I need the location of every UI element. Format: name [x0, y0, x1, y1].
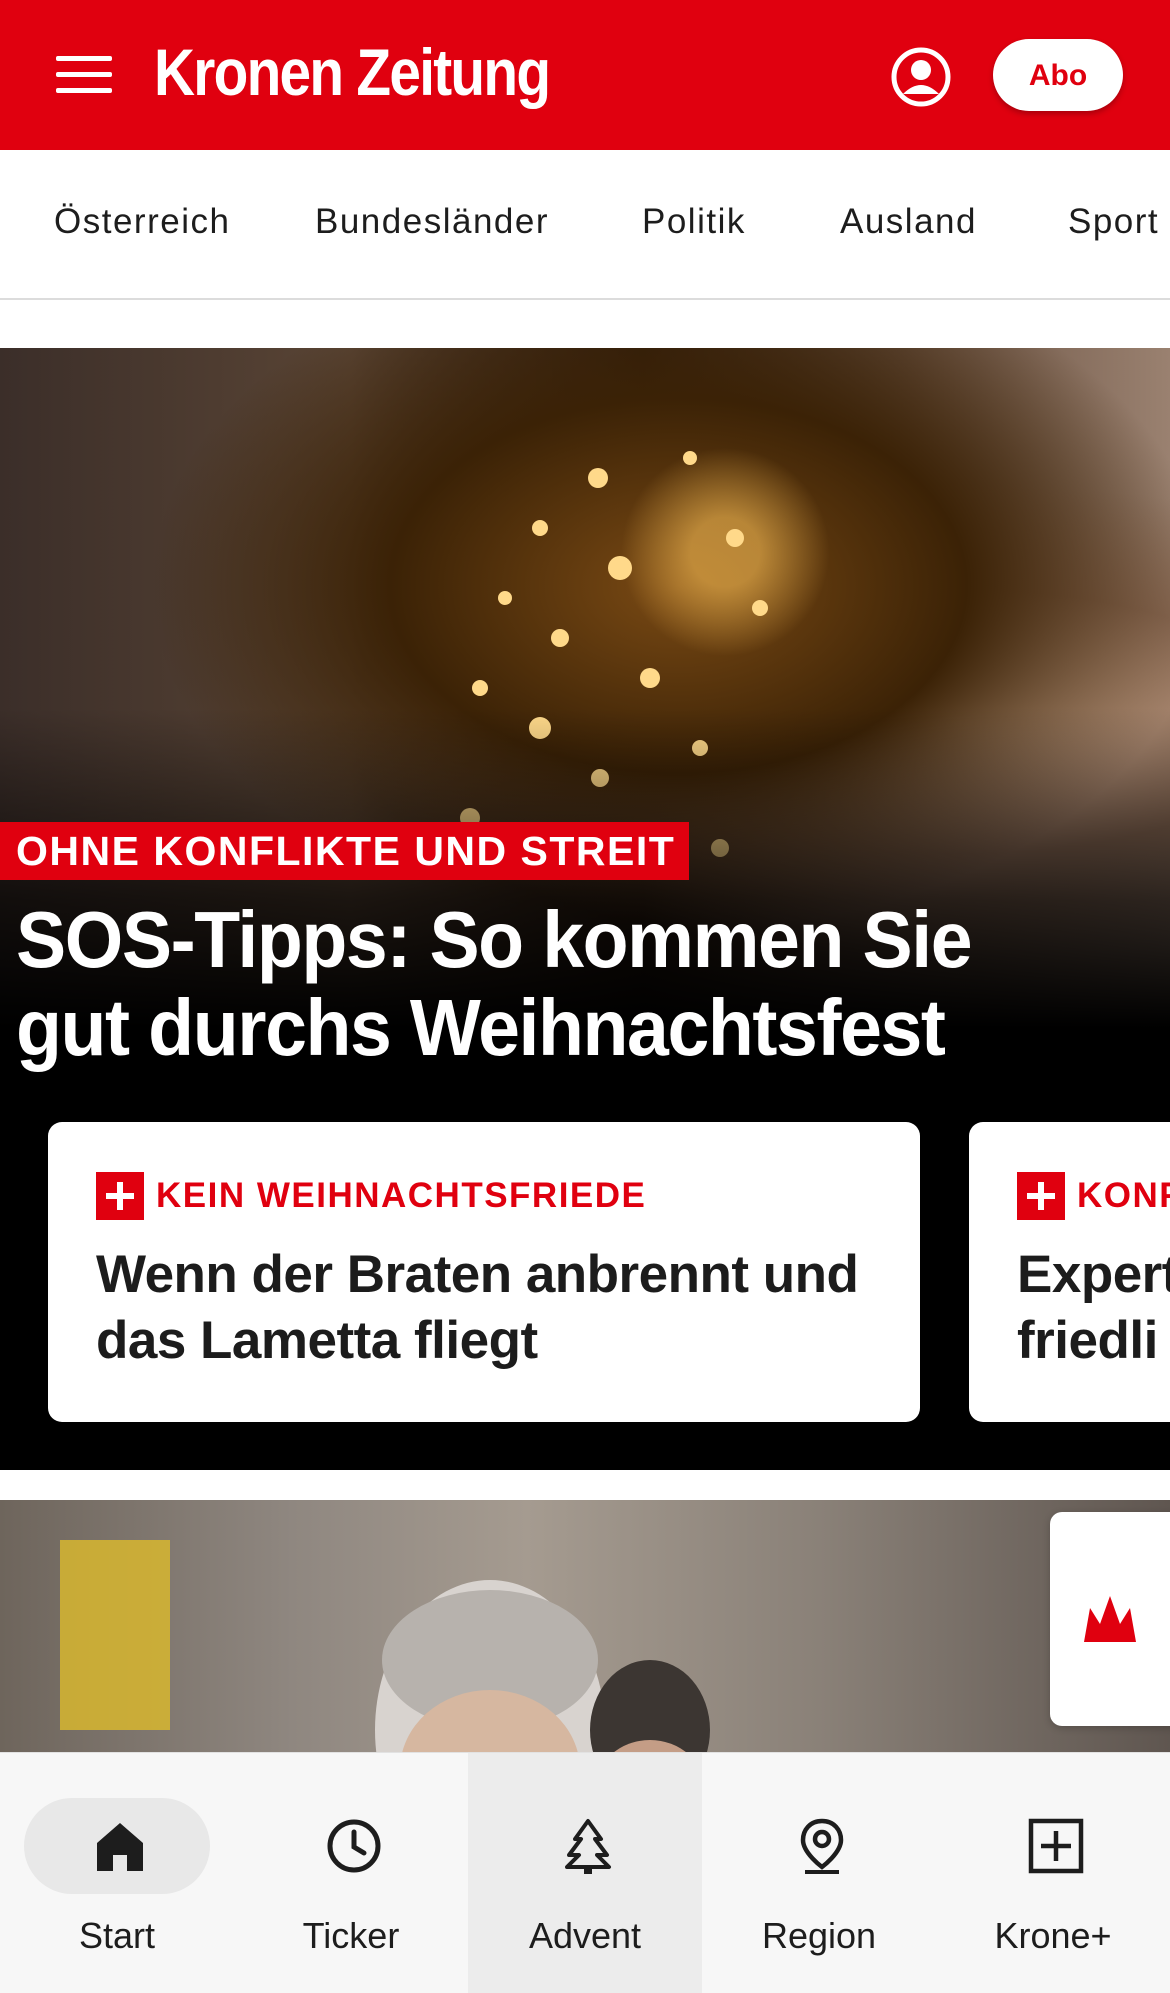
related-story-card[interactable]: KONF Expert friedli [969, 1122, 1170, 1422]
tab-ticker[interactable]: Ticker [234, 1753, 468, 1993]
tab-label: Region [761, 1915, 877, 1956]
crown-icon [1084, 1596, 1136, 1642]
section-nav: Österreich Bundesländer Politik Ausland … [0, 150, 1170, 300]
location-pin-icon [800, 1818, 844, 1874]
section-oesterreich[interactable]: Österreich [54, 202, 230, 242]
plus-square-icon [1028, 1818, 1084, 1874]
krone-plus-icon [1017, 1172, 1065, 1220]
hero-kicker: OHNE KONFLIKTE UND STREIT [0, 822, 690, 880]
user-account-icon[interactable] [890, 46, 952, 108]
bottom-tab-bar: Start Ticker Advent Region Krone+ [0, 1752, 1170, 1993]
section-sport[interactable]: Sport [1068, 202, 1159, 242]
christmas-tree-icon [565, 1819, 611, 1874]
hamburger-menu-icon[interactable] [56, 56, 112, 94]
abo-button[interactable]: Abo [993, 39, 1123, 111]
tab-region[interactable]: Region [702, 1753, 936, 1993]
site-logo[interactable]: Kronen Zeitung [154, 34, 551, 110]
hero-story[interactable]: OHNE KONFLIKTE UND STREIT SOS-Tipps: So … [0, 348, 1170, 1470]
home-icon [97, 1823, 143, 1871]
related-story-card[interactable]: KEIN WEIHNACHTSFRIEDE Wenn der Braten an… [48, 1122, 920, 1422]
card-kicker: KEIN WEIHNACHTSFRIEDE [156, 1176, 647, 1215]
section-politik[interactable]: Politik [642, 202, 746, 242]
tab-label: Ticker [302, 1915, 400, 1956]
top-app-bar: Kronen Zeitung Abo [0, 0, 1170, 150]
krone-plus-icon [96, 1172, 144, 1220]
tab-advent[interactable]: Advent [468, 1753, 702, 1993]
tab-label: Advent [528, 1915, 642, 1956]
hero-headline[interactable]: SOS-Tipps: So kommen Sie gut durchs Weih… [16, 896, 1050, 1072]
card-kicker: KONF [1077, 1176, 1170, 1215]
card-title: Wenn der Braten anbrennt und das Lametta… [96, 1245, 859, 1370]
tab-start[interactable]: Start [0, 1753, 234, 1993]
clock-icon [327, 1819, 381, 1873]
section-bundeslaender[interactable]: Bundesländer [315, 202, 549, 242]
tab-krone-plus[interactable]: Krone+ [936, 1753, 1170, 1993]
krone-side-tab[interactable] [1050, 1512, 1170, 1726]
section-ausland[interactable]: Ausland [840, 202, 977, 242]
card-title: Expert friedli [1017, 1245, 1170, 1370]
tab-label: Krone+ [994, 1915, 1112, 1956]
tab-label: Start [78, 1915, 156, 1956]
